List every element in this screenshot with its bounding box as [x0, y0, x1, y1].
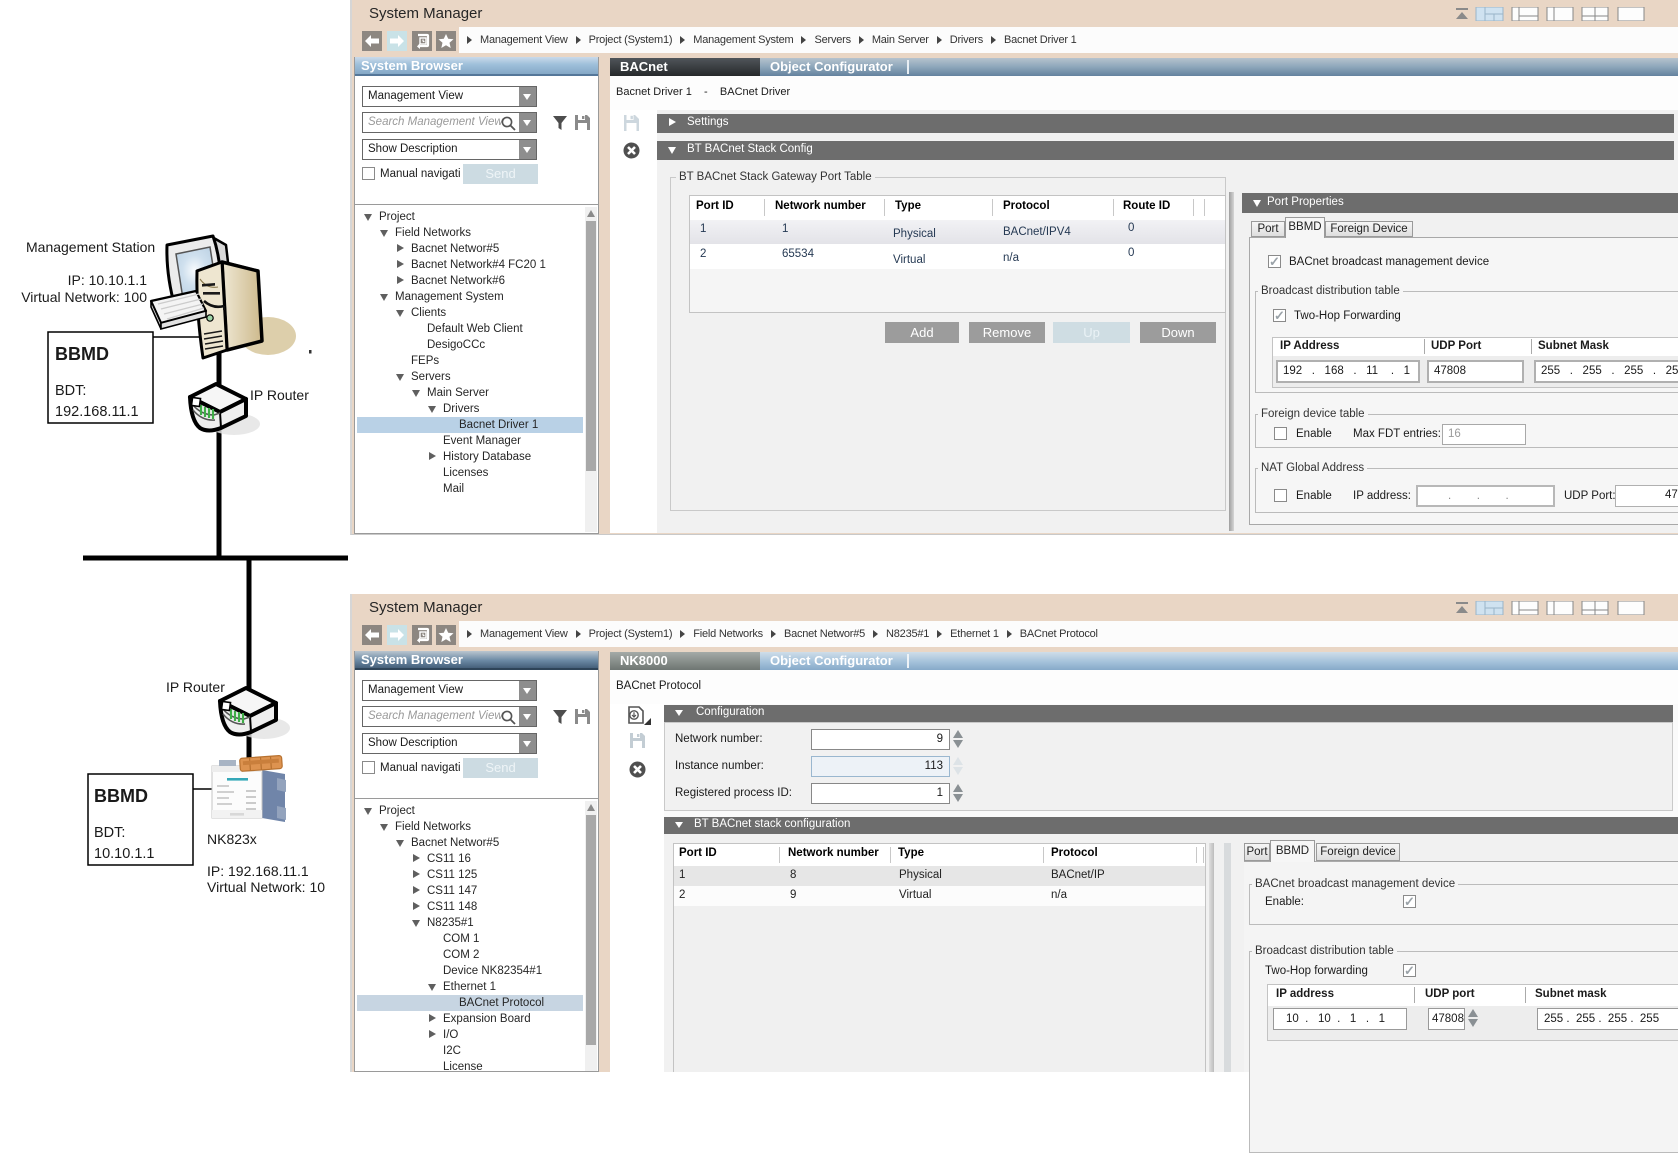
svg-text:IP Router: IP Router [250, 387, 309, 403]
svg-text:192.168.11.1: 192.168.11.1 [55, 404, 139, 420]
svg-text:BDT:: BDT: [94, 825, 125, 841]
svg-text:Virtual Network: 10: Virtual Network: 10 [207, 879, 325, 895]
svg-text:Management Station: Management Station [26, 239, 155, 255]
svg-text:IP: 192.168.11.1: IP: 192.168.11.1 [207, 863, 309, 879]
svg-text:10.10.1.1: 10.10.1.1 [94, 846, 154, 862]
svg-text:NK823x: NK823x [207, 831, 257, 847]
svg-text:BDT:: BDT: [55, 383, 86, 399]
svg-text:BBMD: BBMD [94, 786, 148, 806]
svg-text:Virtual Network: 100: Virtual Network: 100 [21, 289, 147, 305]
svg-text:IP Router: IP Router [166, 679, 225, 695]
svg-text:IP: 10.10.1.1: IP: 10.10.1.1 [68, 272, 148, 288]
svg-text:BBMD: BBMD [55, 344, 109, 364]
